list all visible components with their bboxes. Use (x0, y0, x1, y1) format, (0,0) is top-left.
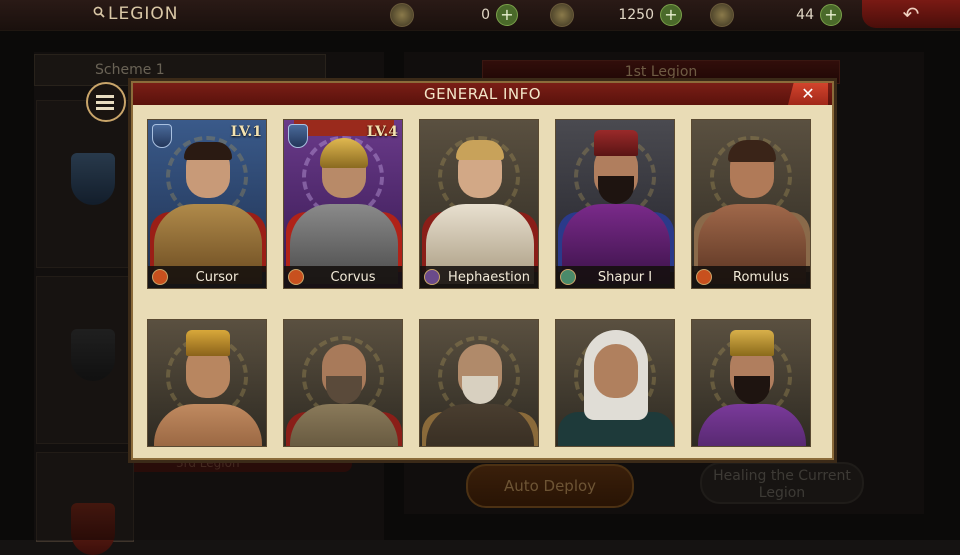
medal-icon (710, 3, 734, 27)
general-level: LV.4 (366, 124, 398, 140)
top-bar: LEGION 0 + 1250 + 44 + ↶ (0, 0, 960, 31)
hair (184, 142, 232, 160)
eagle-standard-icon (390, 3, 414, 27)
rank-badge-icon (152, 124, 172, 148)
general-card[interactable]: LV.4 Corvus (283, 119, 403, 289)
general-card[interactable] (555, 319, 675, 447)
close-icon: ✕ (801, 84, 815, 103)
faction-emblem-icon (696, 269, 712, 285)
hair (456, 140, 504, 160)
general-name: Corvus (330, 270, 376, 285)
add-standard-button[interactable]: + (496, 4, 518, 26)
general-card[interactable] (283, 319, 403, 447)
general-card[interactable] (419, 319, 539, 447)
resource-value: 44 (796, 7, 814, 23)
general-card[interactable]: LV.1 Cursor (147, 119, 267, 289)
general-card[interactable]: Romulus (691, 119, 811, 289)
close-button[interactable]: ✕ (788, 83, 828, 105)
general-name: Shapur I (597, 270, 653, 285)
back-arrow-icon: ↶ (902, 2, 920, 26)
rank-badge-icon (288, 124, 308, 148)
search-icon[interactable] (93, 6, 105, 18)
general-name: Hephaestion (448, 270, 530, 285)
general-card[interactable]: Shapur I (555, 119, 675, 289)
resource-value: 1250 (618, 7, 654, 23)
resource-medal: 44 + (710, 3, 842, 27)
general-portrait (594, 344, 638, 398)
general-name: Romulus (733, 270, 789, 285)
hair (728, 140, 776, 162)
add-medal-button[interactable]: + (820, 4, 842, 26)
resource-value: 0 (481, 7, 490, 23)
page-title: LEGION (108, 4, 179, 24)
faction-emblem-icon (152, 269, 168, 285)
resource-standard: 0 + (390, 3, 518, 27)
general-name: Cursor (195, 270, 239, 285)
back-button[interactable]: ↶ (862, 0, 960, 28)
resource-coin: 1250 + (550, 3, 682, 27)
general-level: LV.1 (230, 124, 262, 140)
general-card[interactable] (691, 319, 811, 447)
coin-icon (550, 3, 574, 27)
dialog-title: GENERAL INFO (423, 85, 542, 103)
general-card[interactable] (147, 319, 267, 447)
list-menu-button[interactable] (86, 82, 126, 122)
crown (730, 330, 774, 356)
general-card[interactable]: Hephaestion (419, 119, 539, 289)
turban (186, 330, 230, 356)
general-info-dialog: GENERAL INFO ✕ LV.1 Cursor LV.4 Corvus H… (131, 81, 834, 460)
faction-emblem-icon (424, 269, 440, 285)
faction-emblem-icon (288, 269, 304, 285)
faction-emblem-icon (560, 269, 576, 285)
crown (594, 130, 638, 156)
dialog-header: GENERAL INFO (133, 83, 832, 105)
add-coin-button[interactable]: + (660, 4, 682, 26)
